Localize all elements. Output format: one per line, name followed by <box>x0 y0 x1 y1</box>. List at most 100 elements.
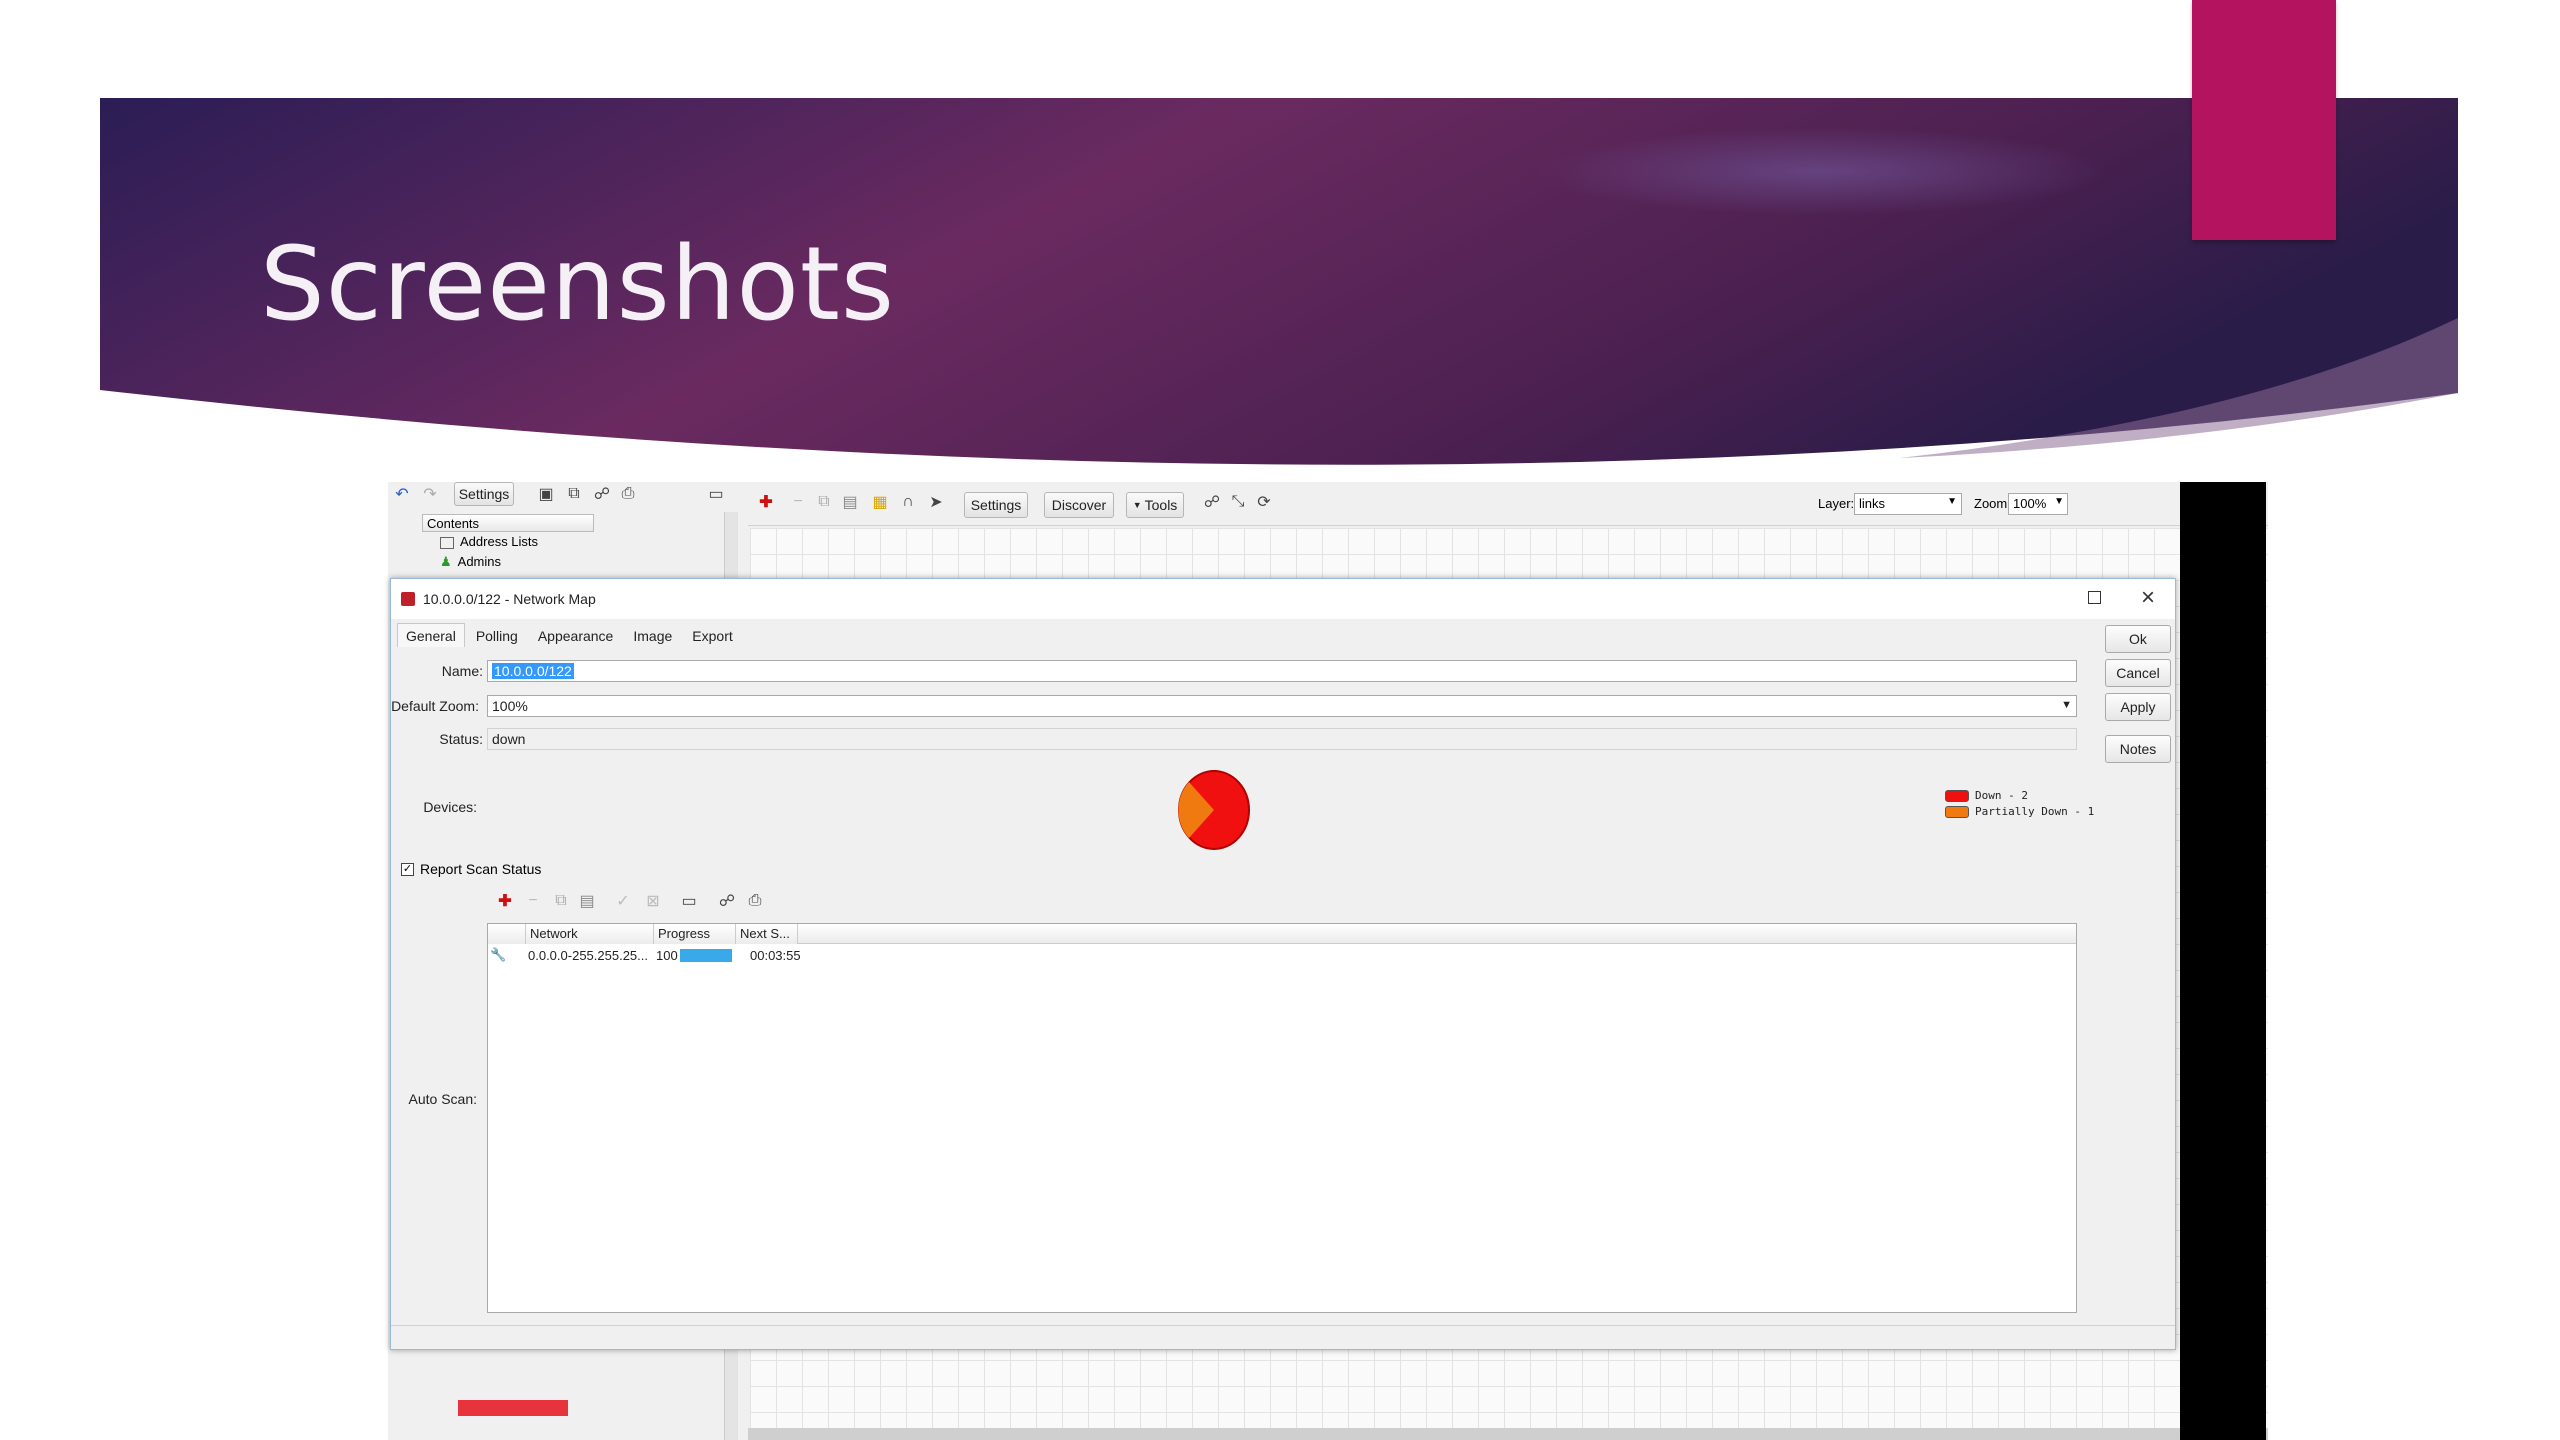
paste-icon[interactable]: ▤ <box>840 492 860 512</box>
tab-polling[interactable]: Polling <box>467 623 527 647</box>
dialog-titlebar[interactable]: 10.0.0.0/122 - Network Map × <box>391 579 2175 619</box>
binoculars-icon[interactable]: ☍ <box>592 484 612 504</box>
progress-bar-fill <box>680 949 732 962</box>
discover-button[interactable]: Discover <box>1044 492 1114 518</box>
refresh-icon[interactable]: ⟳ <box>1254 492 1274 512</box>
default-zoom-select[interactable]: 100% ▼ <box>487 695 2077 717</box>
scan-remove-icon[interactable]: − <box>523 891 543 911</box>
column-header-progress[interactable]: Progress <box>654 924 736 944</box>
link-icon[interactable]: ∩ <box>898 492 918 512</box>
chevron-down-icon: ▼ <box>1947 496 1957 507</box>
apply-button[interactable]: Apply <box>2105 693 2171 721</box>
column-header-network[interactable]: Network <box>526 924 654 944</box>
legend-swatch <box>1945 805 1969 818</box>
scan-enable-icon[interactable]: ✓ <box>613 891 633 911</box>
maximize-icon[interactable] <box>2088 591 2101 604</box>
legend-label: Down - 2 <box>1975 789 2028 802</box>
dialog-status-bar <box>391 1325 2175 1349</box>
legend-label: Partially Down - 1 <box>1975 805 2095 818</box>
status-label: Status: <box>439 731 483 747</box>
notes-button[interactable]: Notes <box>2105 735 2171 763</box>
cell-network: 0.0.0.0-255.255.25... <box>528 948 648 963</box>
accent-block <box>2192 0 2336 240</box>
tree-item-admins[interactable]: ♟ Admins <box>440 554 501 570</box>
layer-value: links <box>1859 496 1886 511</box>
app-icon <box>401 592 415 606</box>
find-icon[interactable]: ☍ <box>1202 492 1222 512</box>
scan-window-icon[interactable]: ▭ <box>679 891 699 911</box>
map-settings-button[interactable]: Settings <box>964 492 1028 518</box>
tree-item-label: Address Lists <box>460 534 539 549</box>
zoom-select[interactable]: 100% ▼ <box>2008 493 2068 515</box>
name-input[interactable]: 10.0.0.0/122 <box>487 660 2077 682</box>
devices-legend: Down - 2 Partially Down - 1 <box>1945 789 2094 818</box>
add-icon[interactable]: ✚ <box>756 492 776 512</box>
scan-paste-icon[interactable]: ▤ <box>577 891 597 911</box>
tab-export[interactable]: Export <box>683 623 741 647</box>
export-icon[interactable]: ⧉ <box>564 484 584 504</box>
column-header-next[interactable]: Next S... <box>736 924 798 944</box>
layer-select[interactable]: links ▼ <box>1854 493 1962 515</box>
name-value: 10.0.0.0/122 <box>492 663 574 679</box>
list-icon <box>440 536 454 549</box>
tools-label: Tools <box>1144 497 1178 513</box>
cell-progress: 100 <box>656 948 678 963</box>
status-value: down <box>487 728 2077 750</box>
tools-button[interactable]: ▼ Tools <box>1126 492 1184 518</box>
legend-item: Down - 2 <box>1945 789 2094 802</box>
tab-image[interactable]: Image <box>624 623 681 647</box>
zoom-fit-icon[interactable]: ⤡ <box>1228 492 1248 512</box>
column-header-icon <box>488 924 526 944</box>
status-bar <box>748 1428 2268 1440</box>
user-icon: ♟ <box>440 554 452 569</box>
cell-next: 00:03:55 <box>750 948 801 963</box>
devices-pie-chart <box>1178 770 1250 850</box>
print-icon[interactable]: ⎙ <box>618 484 638 504</box>
remove-icon[interactable]: − <box>788 492 808 512</box>
name-label: Name: <box>441 663 483 679</box>
slide: Screenshots ↶ ↷ Settings ▣ ⧉ ☍ ⎙ ▭ Conte… <box>0 0 2560 1440</box>
map-toolbar: ✚ − ⧉ ▤ ▦ ∩ ➤ Settings Discover ▼ Tools ☍… <box>748 482 2268 526</box>
dialog-tabs: General Polling Appearance Image Export <box>397 623 742 647</box>
tree-item-address-lists[interactable]: Address Lists <box>440 534 538 549</box>
scan-print-icon[interactable]: ⎙ <box>745 891 765 911</box>
devices-label: Devices: <box>423 799 477 815</box>
redo-icon[interactable]: ↷ <box>420 484 440 504</box>
table-row[interactable]: 🔧 0.0.0.0-255.255.25... 100 00:03:55 <box>488 945 2076 965</box>
scan-disable-icon[interactable]: ⊠ <box>643 891 663 911</box>
default-zoom-label: Default Zoom: <box>391 698 479 714</box>
black-edge <box>2180 482 2266 1440</box>
contents-header[interactable]: Contents <box>422 514 594 532</box>
map-device-node[interactable] <box>458 1400 568 1416</box>
legend-swatch <box>1945 789 1969 802</box>
tab-general[interactable]: General <box>397 623 465 647</box>
undo-icon[interactable]: ↶ <box>392 484 412 504</box>
close-icon[interactable]: × <box>2141 584 2155 612</box>
chevron-down-icon: ▼ <box>2061 699 2072 711</box>
view-menu-icon[interactable]: ▭ <box>706 484 726 504</box>
pointer-icon[interactable]: ➤ <box>926 492 946 512</box>
cancel-button[interactable]: Cancel <box>2105 659 2171 687</box>
report-scan-checkbox[interactable]: ✓ Report Scan Status <box>401 861 541 877</box>
zoom-value: 100% <box>2013 496 2047 511</box>
scan-find-icon[interactable]: ☍ <box>717 891 737 911</box>
report-scan-label: Report Scan Status <box>420 861 542 877</box>
lock-icon[interactable]: ▦ <box>870 492 890 512</box>
scan-copy-icon[interactable]: ⧉ <box>551 891 571 911</box>
layer-label: Layer: <box>1818 496 1855 511</box>
scan-table-header: Network Progress Next S... <box>488 924 2076 944</box>
dialog-title: 10.0.0.0/122 - Network Map <box>423 591 596 607</box>
window-icon[interactable]: ▣ <box>536 484 556 504</box>
slide-title: Screenshots <box>260 225 896 344</box>
settings-button[interactable]: Settings <box>454 482 514 506</box>
network-map-dialog: 10.0.0.0/122 - Network Map × General Pol… <box>390 578 2176 1350</box>
tab-appearance[interactable]: Appearance <box>529 623 623 647</box>
copy-icon[interactable]: ⧉ <box>814 492 834 512</box>
scan-table: Network Progress Next S... 🔧 0.0.0.0-255… <box>487 923 2077 1313</box>
wrench-icon: 🔧 <box>490 947 507 962</box>
default-zoom-value: 100% <box>492 698 528 714</box>
ok-button[interactable]: Ok <box>2105 625 2171 653</box>
progress-bar <box>680 949 732 962</box>
zoom-label: Zoom: <box>1974 496 2011 511</box>
scan-add-icon[interactable]: ✚ <box>495 891 515 911</box>
